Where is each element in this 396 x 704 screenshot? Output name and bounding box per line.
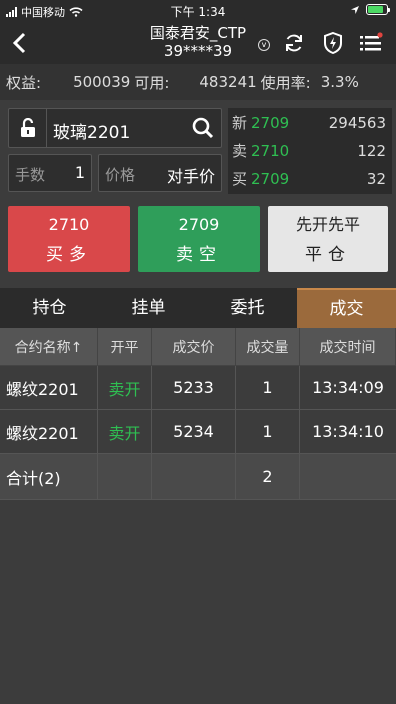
- tab-pending[interactable]: 挂单: [99, 288, 198, 328]
- quantity-field[interactable]: 手数 1: [8, 154, 92, 192]
- header-qty[interactable]: 成交量: [236, 328, 300, 365]
- header-price[interactable]: 成交价: [152, 328, 236, 365]
- quote-panel: 新 2709 294563 卖 2710 122 买 2709 32: [228, 108, 392, 194]
- quote-volume: 32: [366, 170, 386, 188]
- cell-price: 5234: [152, 410, 236, 453]
- quantity-label: 手数: [15, 166, 46, 184]
- broker-title: 国泰君安_CTP: [149, 24, 247, 42]
- battery-icon: [366, 4, 390, 15]
- search-button[interactable]: [191, 116, 215, 140]
- sell-price: 2709: [178, 215, 220, 234]
- tab-bar: 持仓 挂单 委托 成交: [0, 288, 396, 328]
- quote-label: 卖: [232, 142, 248, 160]
- total-label: 合计(2): [0, 454, 98, 499]
- refresh-icon: [286, 34, 302, 52]
- header-contract[interactable]: 合约名称↑: [0, 328, 98, 365]
- buy-long-button[interactable]: 2710 买多: [8, 206, 130, 272]
- symbol-input[interactable]: 玻璃2201: [53, 118, 130, 143]
- quote-ask[interactable]: 卖 2710 122: [232, 138, 386, 164]
- available-value: 483241: [199, 73, 257, 91]
- quote-label: 买: [232, 170, 248, 188]
- lock-button[interactable]: [9, 109, 47, 147]
- equity-value: 500039: [73, 73, 131, 91]
- cell-price: 5233: [152, 366, 236, 409]
- location-icon: [351, 5, 359, 14]
- total-empty: [300, 454, 396, 499]
- total-empty: [152, 454, 236, 499]
- table-total-row: 合计(2) 2: [0, 454, 396, 500]
- cell-time: 13:34:09: [312, 378, 384, 397]
- header-time[interactable]: 成交时间: [300, 328, 396, 365]
- sell-short-button[interactable]: 2709 卖空: [138, 206, 260, 272]
- account-switcher[interactable]: 国泰君安_CTP 39****39 v: [120, 24, 276, 60]
- search-icon: [192, 117, 214, 139]
- menu-button[interactable]: [358, 30, 384, 56]
- price-label: 价格: [105, 166, 136, 184]
- close-position-button[interactable]: 先开先平 平仓: [268, 206, 388, 272]
- close-mode: 先开先平: [295, 215, 360, 234]
- tab-orders[interactable]: 委托: [198, 288, 297, 328]
- chevron-down-icon: v: [258, 39, 270, 51]
- quote-volume: 294563: [328, 114, 386, 132]
- cell-qty: 1: [236, 410, 300, 453]
- account-id: 39****39: [163, 42, 233, 60]
- price-value: 对手价: [166, 167, 215, 186]
- total-empty: [98, 454, 152, 499]
- cell-contract: 螺纹2201: [0, 366, 98, 409]
- tab-trades[interactable]: 成交: [297, 288, 396, 328]
- close-label: 平仓: [305, 245, 351, 265]
- unlock-icon: [20, 118, 35, 137]
- account-summary: 权益: 500039 可用: 483241 使用率: 3.3%: [0, 64, 396, 100]
- tab-positions[interactable]: 持仓: [0, 288, 99, 328]
- status-time: 下午 1:34: [170, 5, 226, 19]
- quote-bid[interactable]: 买 2709 32: [232, 166, 386, 192]
- cell-qty: 1: [236, 366, 300, 409]
- quote-price: 2709: [251, 170, 290, 188]
- usage-label: 使用率:: [260, 73, 311, 92]
- cell-contract: 螺纹2201: [0, 410, 98, 453]
- table-header: 合约名称↑ 开平 成交价 成交量 成交时间: [0, 328, 396, 366]
- total-qty: 2: [236, 454, 300, 499]
- sell-label: 卖空: [176, 245, 222, 265]
- risk-shield-button[interactable]: [320, 30, 346, 56]
- back-button[interactable]: [10, 30, 34, 56]
- nav-bar: 国泰君安_CTP 39****39 v: [0, 22, 396, 64]
- shield-icon: [324, 32, 342, 54]
- buy-label: 买多: [46, 245, 92, 265]
- quantity-value: 1: [74, 163, 85, 182]
- status-bar: 中国移动 下午 1:34: [0, 0, 396, 22]
- usage-value: 3.3%: [320, 73, 359, 91]
- header-open-close[interactable]: 开平: [98, 328, 152, 365]
- chevron-left-icon: [12, 32, 26, 54]
- quote-price: 2709: [251, 114, 290, 132]
- list-menu-icon: [360, 32, 383, 51]
- trades-table: 合约名称↑ 开平 成交价 成交量 成交时间 螺纹2201 卖开 5233 1 1…: [0, 328, 396, 500]
- quote-volume: 122: [357, 142, 386, 160]
- cell-open-close: 卖开: [98, 366, 152, 409]
- quote-price: 2710: [251, 142, 290, 160]
- price-field[interactable]: 价格 对手价: [98, 154, 222, 192]
- equity-label: 权益:: [6, 73, 42, 92]
- buy-price: 2710: [48, 215, 90, 234]
- available-label: 可用:: [134, 73, 170, 92]
- cell-time: 13:34:10: [312, 422, 384, 441]
- quote-last[interactable]: 新 2709 294563: [232, 110, 386, 136]
- symbol-selector: 玻璃2201: [8, 108, 222, 148]
- quote-label: 新: [232, 114, 248, 132]
- cell-open-close: 卖开: [98, 410, 152, 453]
- table-row[interactable]: 螺纹2201 卖开 5233 1 13:34:09: [0, 366, 396, 410]
- table-row[interactable]: 螺纹2201 卖开 5234 1 13:34:10: [0, 410, 396, 454]
- refresh-button[interactable]: [281, 30, 307, 56]
